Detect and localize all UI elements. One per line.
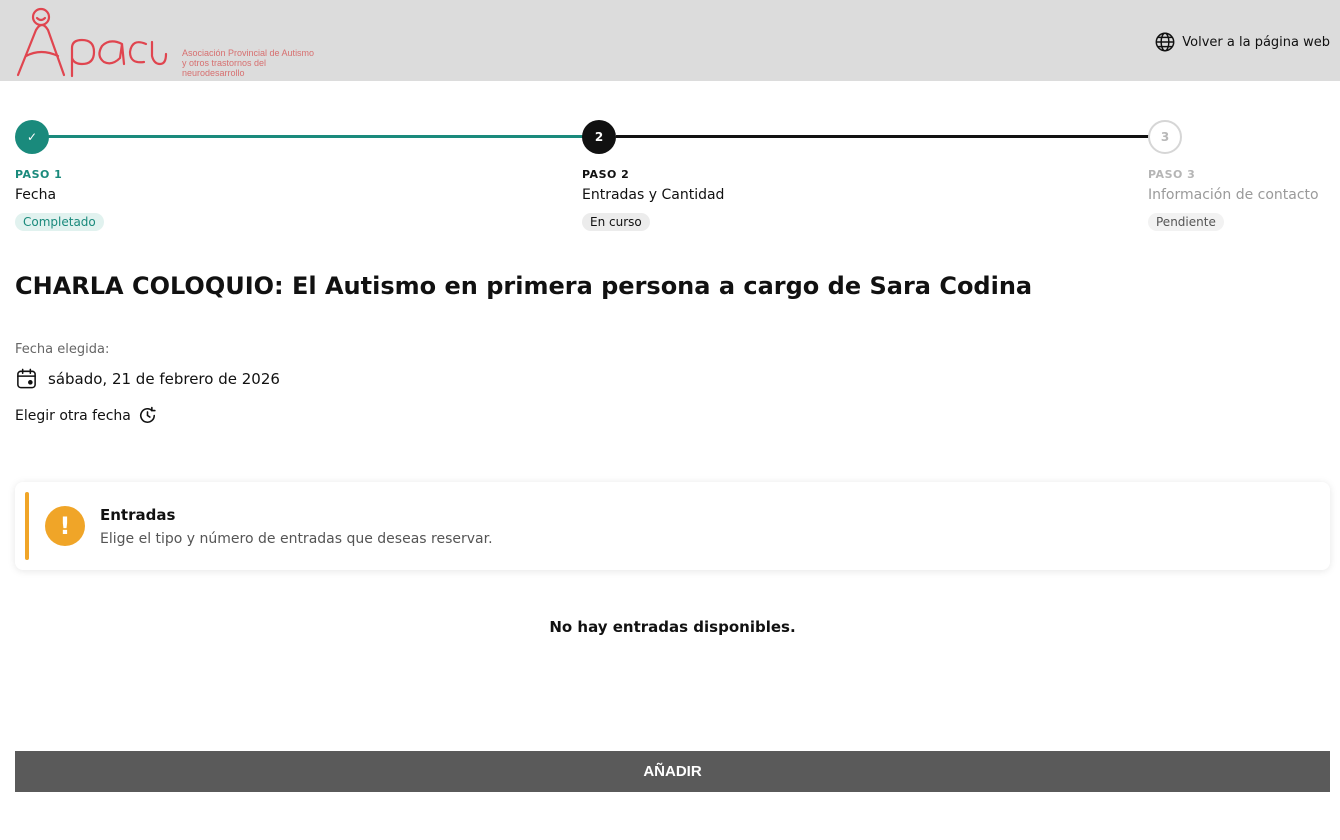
- calendar-icon: [17, 368, 36, 389]
- logo-subtitle-line1: Asociación Provincial de Autismo: [182, 48, 315, 58]
- step-1-label: PASO 1: [15, 168, 63, 181]
- step-1-title: Fecha: [15, 187, 57, 203]
- step-2-circle: 2: [582, 120, 616, 154]
- date-label: Fecha elegida:: [15, 342, 110, 357]
- back-link-label: Volver a la página web: [1182, 34, 1330, 50]
- step-2-status-badge: En curso: [582, 213, 650, 231]
- step-connector-current: [616, 135, 1150, 138]
- event-title: CHARLA COLOQUIO: El Autismo en primera p…: [15, 272, 1033, 300]
- step-1-circle: ✓: [15, 120, 49, 154]
- globe-icon: [1155, 32, 1175, 52]
- add-button[interactable]: AÑADIR: [15, 751, 1330, 792]
- alert-text: Elige el tipo y número de entradas que d…: [100, 531, 493, 547]
- change-date-label: Elegir otra fecha: [15, 407, 131, 424]
- step-3-label: PASO 3: [1148, 168, 1196, 181]
- tickets-info-alert: ! Entradas Elige el tipo y número de ent…: [15, 482, 1330, 570]
- step-1-status-badge: Completado: [15, 213, 104, 231]
- apacu-logo[interactable]: Asociación Provincial de Autismo y otros…: [14, 6, 324, 78]
- selected-date-value: sábado, 21 de febrero de 2026: [48, 369, 280, 388]
- step-2-label: PASO 2: [582, 168, 630, 181]
- alert-accent-bar: [25, 492, 29, 560]
- step-2-number: 2: [594, 130, 604, 144]
- top-header: Asociación Provincial de Autismo y otros…: [0, 0, 1340, 81]
- history-clock-icon: [139, 406, 156, 423]
- step-connector-completed: [48, 135, 584, 138]
- step-3: PASO 3 Información de contacto Pendiente: [1148, 168, 1319, 231]
- step-3-number: 3: [1160, 130, 1170, 144]
- step-2-title: Entradas y Cantidad: [582, 187, 725, 203]
- step-1: PASO 1 Fecha Completado: [15, 168, 104, 231]
- logo-subtitle-line2: y otros trastornos del neurodesarrollo: [182, 58, 267, 78]
- step-3-circle: 3: [1148, 120, 1182, 154]
- selected-date: sábado, 21 de febrero de 2026: [15, 367, 280, 390]
- warning-icon: !: [45, 506, 85, 546]
- back-to-website-link[interactable]: Volver a la página web: [1154, 31, 1330, 53]
- alert-title: Entradas: [100, 506, 176, 524]
- step-2: PASO 2 Entradas y Cantidad En curso: [582, 168, 724, 231]
- change-date-link[interactable]: Elegir otra fecha: [15, 406, 157, 425]
- step-3-status-badge: Pendiente: [1148, 213, 1224, 231]
- no-tickets-message: No hay entradas disponibles.: [549, 618, 796, 636]
- check-icon: ✓: [26, 130, 38, 144]
- step-3-title: Información de contacto: [1148, 187, 1319, 203]
- logo-subtitle: Asociación Provincial de Autismo y otros…: [182, 48, 324, 78]
